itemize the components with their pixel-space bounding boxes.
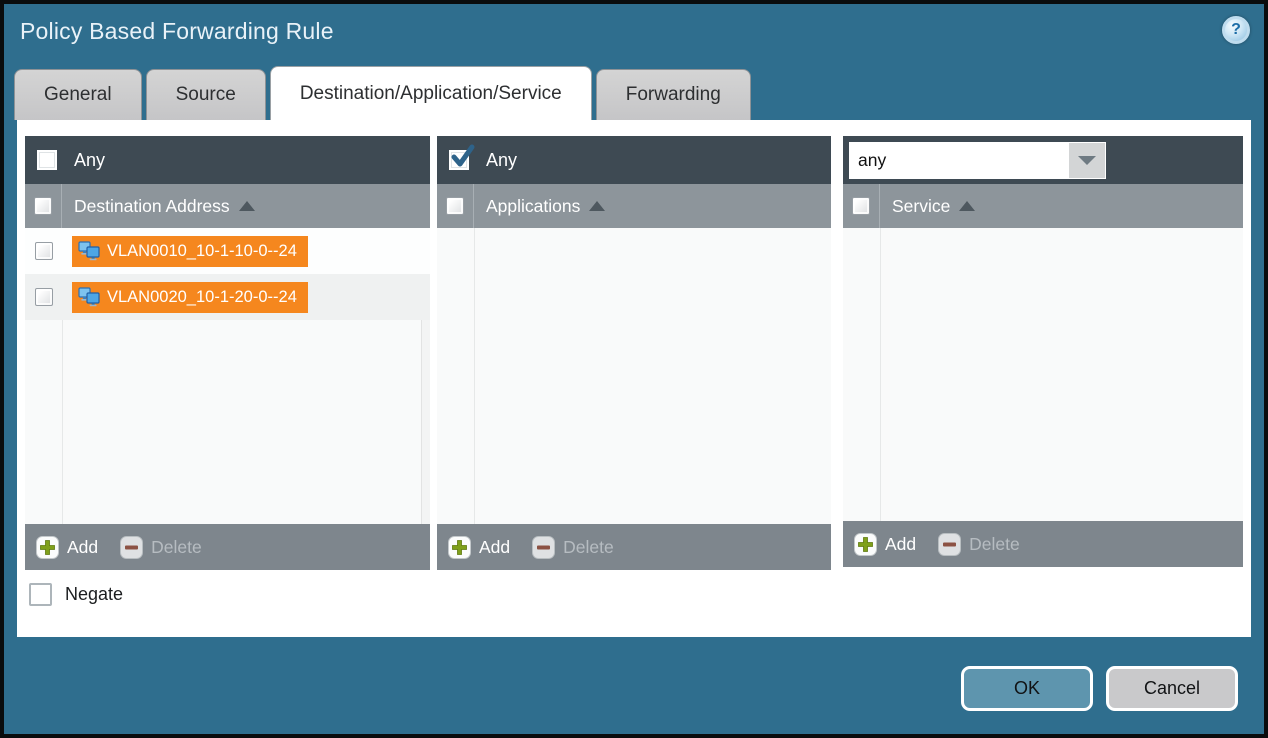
delete-minus-icon xyxy=(120,536,143,559)
address-object-chip[interactable]: VLAN0020_10-1-20-0--24 xyxy=(72,282,308,313)
add-plus-icon xyxy=(36,536,59,559)
tab-bar: General Source Destination/Application/S… xyxy=(14,66,751,120)
applications-any-checkbox[interactable] xyxy=(449,150,469,170)
service-list xyxy=(843,228,1243,521)
destination-any-header: Any xyxy=(25,136,430,184)
address-object-chip[interactable]: VLAN0010_10-1-10-0--24 xyxy=(72,236,308,267)
applications-any-header: Any xyxy=(437,136,831,184)
destination-column-label: Destination Address xyxy=(74,196,230,217)
address-object-label: VLAN0020_10-1-20-0--24 xyxy=(107,288,297,307)
service-dropdown xyxy=(849,142,1106,179)
destination-select-all-checkbox[interactable] xyxy=(34,197,52,215)
negate-row: Negate xyxy=(29,583,1251,606)
applications-select-all-checkbox[interactable] xyxy=(446,197,464,215)
add-plus-icon xyxy=(448,536,471,559)
negate-label: Negate xyxy=(65,584,123,605)
destination-delete-button: Delete xyxy=(120,536,202,559)
sort-asc-icon xyxy=(589,201,605,211)
row-checkbox[interactable] xyxy=(35,242,53,260)
checkmark-icon xyxy=(450,144,476,170)
service-delete-button: Delete xyxy=(938,533,1020,556)
address-object-label: VLAN0010_10-1-10-0--24 xyxy=(107,242,297,261)
applications-footer-bar: Add Delete xyxy=(437,524,831,570)
tab-source[interactable]: Source xyxy=(146,69,266,120)
add-plus-icon xyxy=(854,533,877,556)
delete-minus-icon xyxy=(938,533,961,556)
destination-add-button[interactable]: Add xyxy=(36,536,98,559)
network-address-icon xyxy=(78,287,100,307)
tab-destination-application-service[interactable]: Destination/Application/Service xyxy=(270,66,592,120)
destination-any-label: Any xyxy=(74,150,105,171)
service-dropdown-button[interactable] xyxy=(1068,143,1105,178)
destination-footer-bar: Add Delete xyxy=(25,524,430,570)
service-panel: Service Add xyxy=(843,136,1243,567)
service-column-label: Service xyxy=(892,196,950,217)
sort-asc-icon xyxy=(239,201,255,211)
applications-column-label: Applications xyxy=(486,196,580,217)
cancel-button[interactable]: Cancel xyxy=(1106,666,1238,711)
delete-minus-icon xyxy=(532,536,555,559)
applications-delete-button: Delete xyxy=(532,536,614,559)
service-dropdown-input[interactable] xyxy=(850,143,1068,178)
destination-any-checkbox[interactable] xyxy=(37,150,57,170)
table-row[interactable]: VLAN0020_10-1-20-0--24 xyxy=(25,274,430,320)
destination-column-header[interactable]: Destination Address xyxy=(25,184,430,228)
panels-row: Any Destination Address xyxy=(25,136,1251,570)
applications-column-header[interactable]: Applications xyxy=(437,184,831,228)
service-select-all-checkbox[interactable] xyxy=(852,197,870,215)
applications-add-button[interactable]: Add xyxy=(448,536,510,559)
applications-any-label: Any xyxy=(486,150,517,171)
destination-list: VLAN0010_10-1-10-0--24 xyxy=(25,228,430,524)
row-checkbox[interactable] xyxy=(35,288,53,306)
table-row[interactable]: VLAN0010_10-1-10-0--24 xyxy=(25,228,430,274)
ok-button[interactable]: OK xyxy=(961,666,1093,711)
negate-checkbox[interactable] xyxy=(29,583,52,606)
applications-panel: Any Applications xyxy=(437,136,831,570)
dialog-buttons: OK Cancel xyxy=(961,666,1238,711)
help-icon[interactable]: ? xyxy=(1222,16,1250,44)
network-address-icon xyxy=(78,241,100,261)
service-add-button[interactable]: Add xyxy=(854,533,916,556)
service-column-header[interactable]: Service xyxy=(843,184,1243,228)
sort-asc-icon xyxy=(959,201,975,211)
screen: Policy Based Forwarding Rule ? General S… xyxy=(0,0,1268,738)
chevron-down-icon xyxy=(1078,156,1096,165)
applications-list xyxy=(437,228,831,524)
tab-general[interactable]: General xyxy=(14,69,142,120)
service-footer-bar: Add Delete xyxy=(843,521,1243,567)
tab-forwarding[interactable]: Forwarding xyxy=(596,69,751,120)
policy-based-forwarding-dialog: Policy Based Forwarding Rule ? General S… xyxy=(4,4,1264,734)
dialog-title: Policy Based Forwarding Rule xyxy=(20,18,334,45)
service-dropdown-header xyxy=(843,136,1243,184)
destination-address-panel: Any Destination Address xyxy=(25,136,430,570)
tab-content: Any Destination Address xyxy=(17,120,1251,637)
